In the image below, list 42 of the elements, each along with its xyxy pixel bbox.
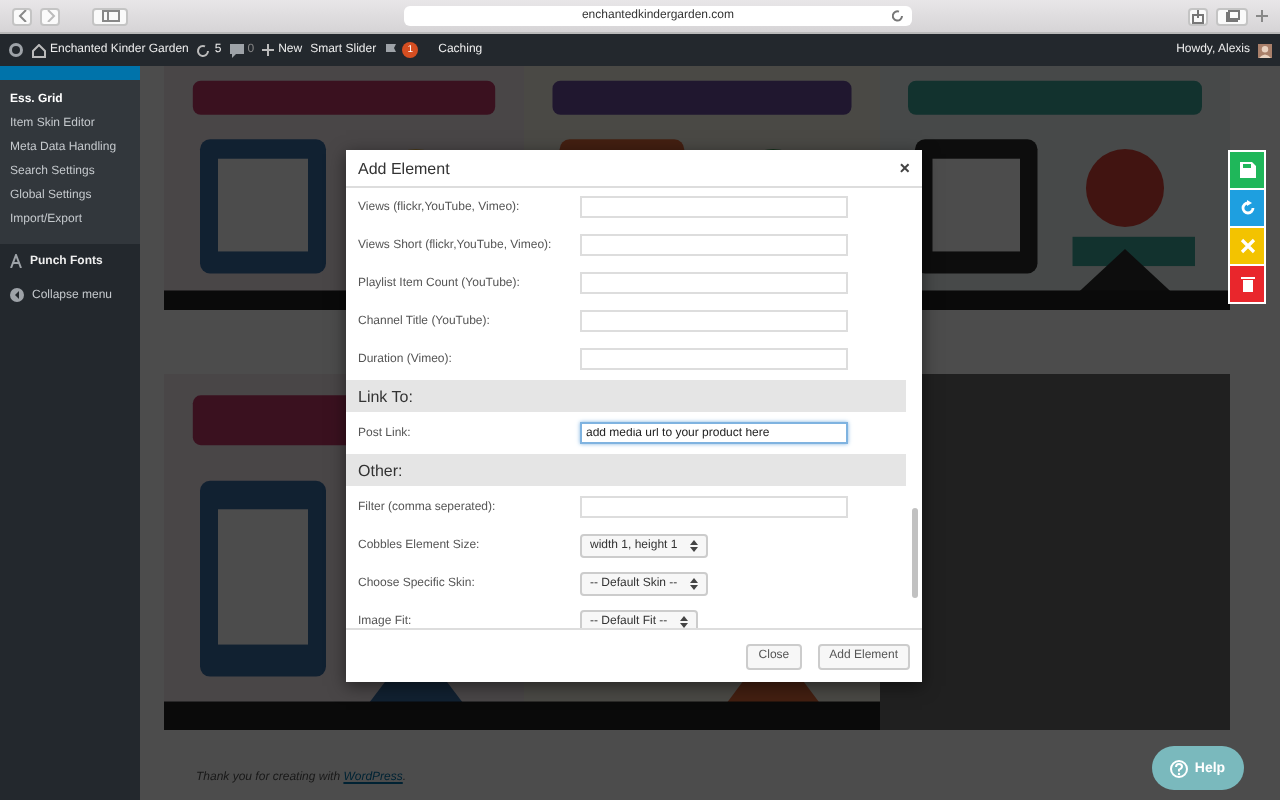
- back-icon: [17, 10, 27, 22]
- sidebar-icon: [101, 10, 119, 22]
- flag-icon[interactable]: [384, 43, 399, 57]
- updown-arrows-icon: [679, 615, 688, 627]
- refresh-icon: [1239, 200, 1255, 216]
- close-icon: [1239, 238, 1255, 254]
- share-icon: [1192, 9, 1204, 23]
- comment-icon[interactable]: [229, 43, 244, 57]
- tabs-button[interactable]: [1216, 7, 1248, 25]
- forward-button[interactable]: [40, 7, 60, 25]
- plus-icon[interactable]: [262, 44, 275, 56]
- section-header: Link To:: [346, 380, 906, 412]
- input-field[interactable]: [580, 348, 848, 370]
- section-header: Other:: [346, 454, 906, 486]
- refresh-icon[interactable]: [196, 43, 211, 57]
- refresh-button[interactable]: [1230, 190, 1264, 226]
- home-icon[interactable]: [32, 43, 46, 57]
- wordpress-logo-icon[interactable]: [8, 42, 24, 58]
- tabs-icon: [1225, 10, 1239, 22]
- sidebar-toggle-button[interactable]: [92, 7, 128, 25]
- input-field[interactable]: [580, 496, 848, 518]
- updown-arrows-icon: [689, 539, 698, 551]
- back-button[interactable]: [12, 7, 32, 25]
- save-button[interactable]: [1230, 152, 1264, 188]
- input-field[interactable]: [580, 272, 848, 294]
- avatar-icon[interactable]: [1258, 43, 1272, 57]
- scrollbar-thumb[interactable]: [912, 508, 918, 598]
- letter-a-icon[interactable]: [10, 254, 22, 268]
- dialog-title: Add Element: [358, 159, 450, 177]
- input-field[interactable]: [580, 234, 848, 256]
- forward-icon: [45, 10, 55, 22]
- input-field[interactable]: [580, 310, 848, 332]
- input-field[interactable]: [580, 196, 848, 218]
- question-icon: [1170, 759, 1189, 777]
- share-button[interactable]: [1188, 7, 1208, 25]
- save-icon: [1239, 162, 1255, 178]
- close-button[interactable]: ×: [899, 158, 910, 178]
- delete-button[interactable]: [1230, 266, 1264, 302]
- collapse-icon[interactable]: [10, 288, 24, 302]
- updown-arrows-icon: [689, 577, 698, 589]
- trash-icon: [1239, 276, 1255, 292]
- reload-icon[interactable]: [892, 10, 904, 22]
